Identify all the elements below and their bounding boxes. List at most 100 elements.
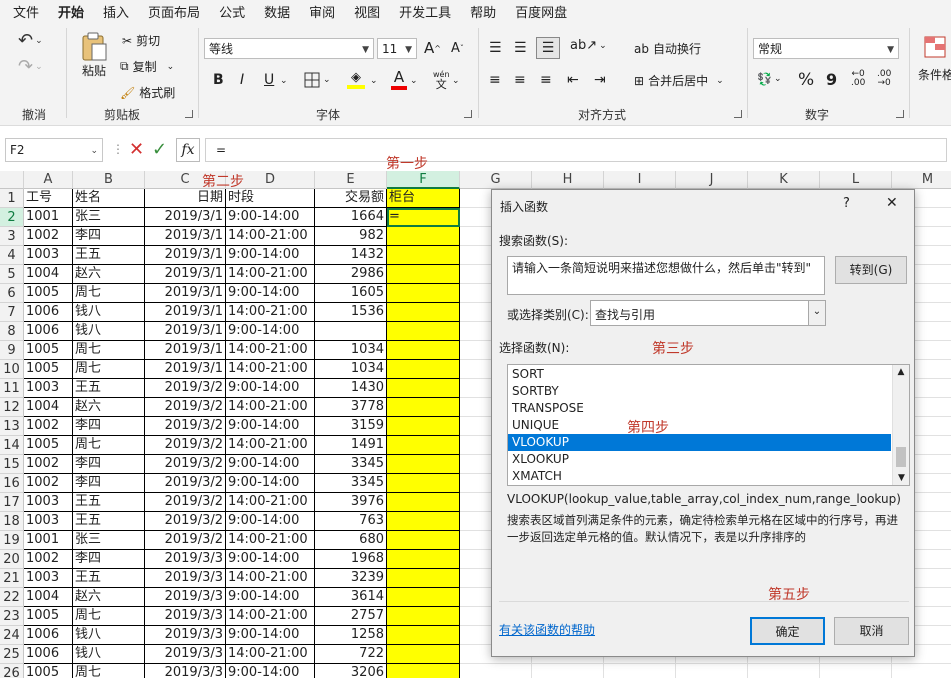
data-cell[interactable]: 赵六 [73, 398, 145, 417]
align-bottom-icon[interactable]: ☰ [536, 37, 560, 59]
data-cell[interactable]: 3159 [315, 417, 387, 436]
select-all-corner[interactable] [0, 171, 24, 189]
data-cell[interactable]: 1258 [315, 626, 387, 645]
data-cell[interactable]: 1001 [24, 531, 73, 550]
font-name-combo[interactable]: 等线 ▼ [204, 38, 374, 59]
chevron-down-icon[interactable]: ⌄ [370, 76, 378, 86]
chevron-down-icon[interactable]: ⌄ [452, 76, 460, 86]
data-cell[interactable]: 1002 [24, 474, 73, 493]
data-cell[interactable]: 1034 [315, 341, 387, 360]
cut-button[interactable]: ✂ 剪切 [122, 32, 160, 49]
data-cell[interactable]: 王五 [73, 379, 145, 398]
row-header[interactable]: 12 [0, 398, 24, 417]
close-button[interactable]: ✕ [886, 195, 898, 211]
data-cell[interactable]: 1002 [24, 417, 73, 436]
data-cell[interactable]: 2019/3/1 [145, 265, 226, 284]
data-cell[interactable]: 2019/3/1 [145, 208, 226, 227]
data-cell[interactable]: 张三 [73, 208, 145, 227]
column-header[interactable]: M [892, 171, 951, 189]
copy-button[interactable]: ⧉ 复制 ⌄ [120, 58, 174, 75]
data-cell[interactable]: 9:00-14:00 [226, 474, 315, 493]
data-cell[interactable]: 王五 [73, 512, 145, 531]
data-cell[interactable]: 2019/3/2 [145, 455, 226, 474]
data-cell[interactable]: 1004 [24, 265, 73, 284]
data-cell[interactable]: 周七 [73, 607, 145, 626]
search-input[interactable]: 请输入一条简短说明来描述您想做什么，然后单击"转到" [507, 256, 825, 295]
data-cell[interactable]: 1605 [315, 284, 387, 303]
italic-button[interactable]: I [240, 72, 244, 88]
row-header[interactable]: 20 [0, 550, 24, 569]
data-cell[interactable]: 2019/3/2 [145, 512, 226, 531]
row-header[interactable]: 5 [0, 265, 24, 284]
data-cell[interactable]: 3614 [315, 588, 387, 607]
scroll-thumb[interactable] [896, 447, 906, 467]
data-cell[interactable]: 2019/3/1 [145, 322, 226, 341]
ok-button[interactable]: 确定 [750, 617, 825, 645]
undo-icon[interactable]: ↶ ⌄ [18, 30, 43, 51]
data-cell[interactable]: 2019/3/3 [145, 607, 226, 626]
data-cell[interactable]: 9:00-14:00 [226, 284, 315, 303]
row-header[interactable]: 21 [0, 569, 24, 588]
conditional-format-label[interactable]: 条件格 [918, 66, 951, 83]
row-header[interactable]: 9 [0, 341, 24, 360]
function-list-item[interactable]: XLOOKUP [508, 451, 891, 468]
data-cell[interactable] [387, 607, 460, 626]
empty-cell[interactable] [460, 664, 532, 678]
data-cell[interactable]: 2019/3/1 [145, 360, 226, 379]
data-cell[interactable]: 1005 [24, 664, 73, 678]
row-header[interactable]: 18 [0, 512, 24, 531]
increase-indent-icon[interactable]: ⇥ [594, 72, 606, 88]
data-cell[interactable]: 2019/3/2 [145, 493, 226, 512]
data-cell[interactable] [387, 474, 460, 493]
data-cell[interactable]: 9:00-14:00 [226, 664, 315, 678]
data-cell[interactable]: 2019/3/1 [145, 284, 226, 303]
data-cell[interactable] [387, 455, 460, 474]
function-list[interactable]: SORT SORTBY TRANSPOSE UNIQUE VLOOKUP XLOOKUP X… [507, 364, 910, 486]
data-cell[interactable]: 1003 [24, 493, 73, 512]
data-cell[interactable] [387, 227, 460, 246]
header-cell[interactable]: 时段 [226, 189, 315, 208]
data-cell[interactable]: 李四 [73, 417, 145, 436]
data-cell[interactable] [387, 303, 460, 322]
data-cell[interactable]: 钱八 [73, 626, 145, 645]
data-cell[interactable]: 2019/3/3 [145, 645, 226, 664]
menu-tab[interactable]: 公式 [219, 2, 245, 21]
data-cell[interactable]: 李四 [73, 474, 145, 493]
data-cell[interactable]: 1001 [24, 208, 73, 227]
data-cell[interactable] [387, 531, 460, 550]
data-cell[interactable] [315, 322, 387, 341]
data-cell[interactable]: 9:00-14:00 [226, 208, 315, 227]
data-cell[interactable]: 1006 [24, 322, 73, 341]
row-header[interactable]: 2 [0, 208, 24, 227]
data-cell[interactable]: 王五 [73, 569, 145, 588]
data-cell[interactable]: 1430 [315, 379, 387, 398]
data-cell[interactable]: 钱八 [73, 322, 145, 341]
data-cell[interactable]: 2019/3/3 [145, 550, 226, 569]
cancel-icon[interactable]: ✕ [129, 139, 144, 160]
decrease-decimal-button[interactable]: .00 →0 [877, 70, 891, 88]
insert-function-button[interactable]: fx [176, 138, 200, 162]
data-cell[interactable]: 14:00-21:00 [226, 645, 315, 664]
data-cell[interactable]: 2986 [315, 265, 387, 284]
data-cell[interactable]: 9:00-14:00 [226, 322, 315, 341]
header-cell[interactable]: 日期 [145, 189, 226, 208]
data-cell[interactable] [387, 588, 460, 607]
align-top-icon[interactable]: ☰ [489, 40, 502, 56]
cancel-button[interactable]: 取消 [834, 617, 909, 645]
category-select[interactable]: 查找与引用 ⌄ [590, 300, 826, 326]
data-cell[interactable]: 2019/3/1 [145, 341, 226, 360]
data-cell[interactable] [387, 645, 460, 664]
column-header[interactable]: E [315, 171, 387, 189]
data-cell[interactable]: 周七 [73, 436, 145, 455]
chevron-down-icon[interactable]: ⌄ [410, 76, 418, 86]
scroll-down-icon[interactable]: ▼ [893, 471, 910, 485]
data-cell[interactable]: 1003 [24, 246, 73, 265]
column-header[interactable]: B [73, 171, 145, 189]
data-cell[interactable]: 2019/3/1 [145, 246, 226, 265]
data-cell[interactable]: 王五 [73, 493, 145, 512]
data-cell[interactable]: 1491 [315, 436, 387, 455]
function-list-item[interactable]: UNIQUE [508, 417, 891, 434]
row-header[interactable]: 1 [0, 189, 24, 208]
data-cell[interactable]: 1002 [24, 227, 73, 246]
data-cell[interactable]: 1002 [24, 455, 73, 474]
